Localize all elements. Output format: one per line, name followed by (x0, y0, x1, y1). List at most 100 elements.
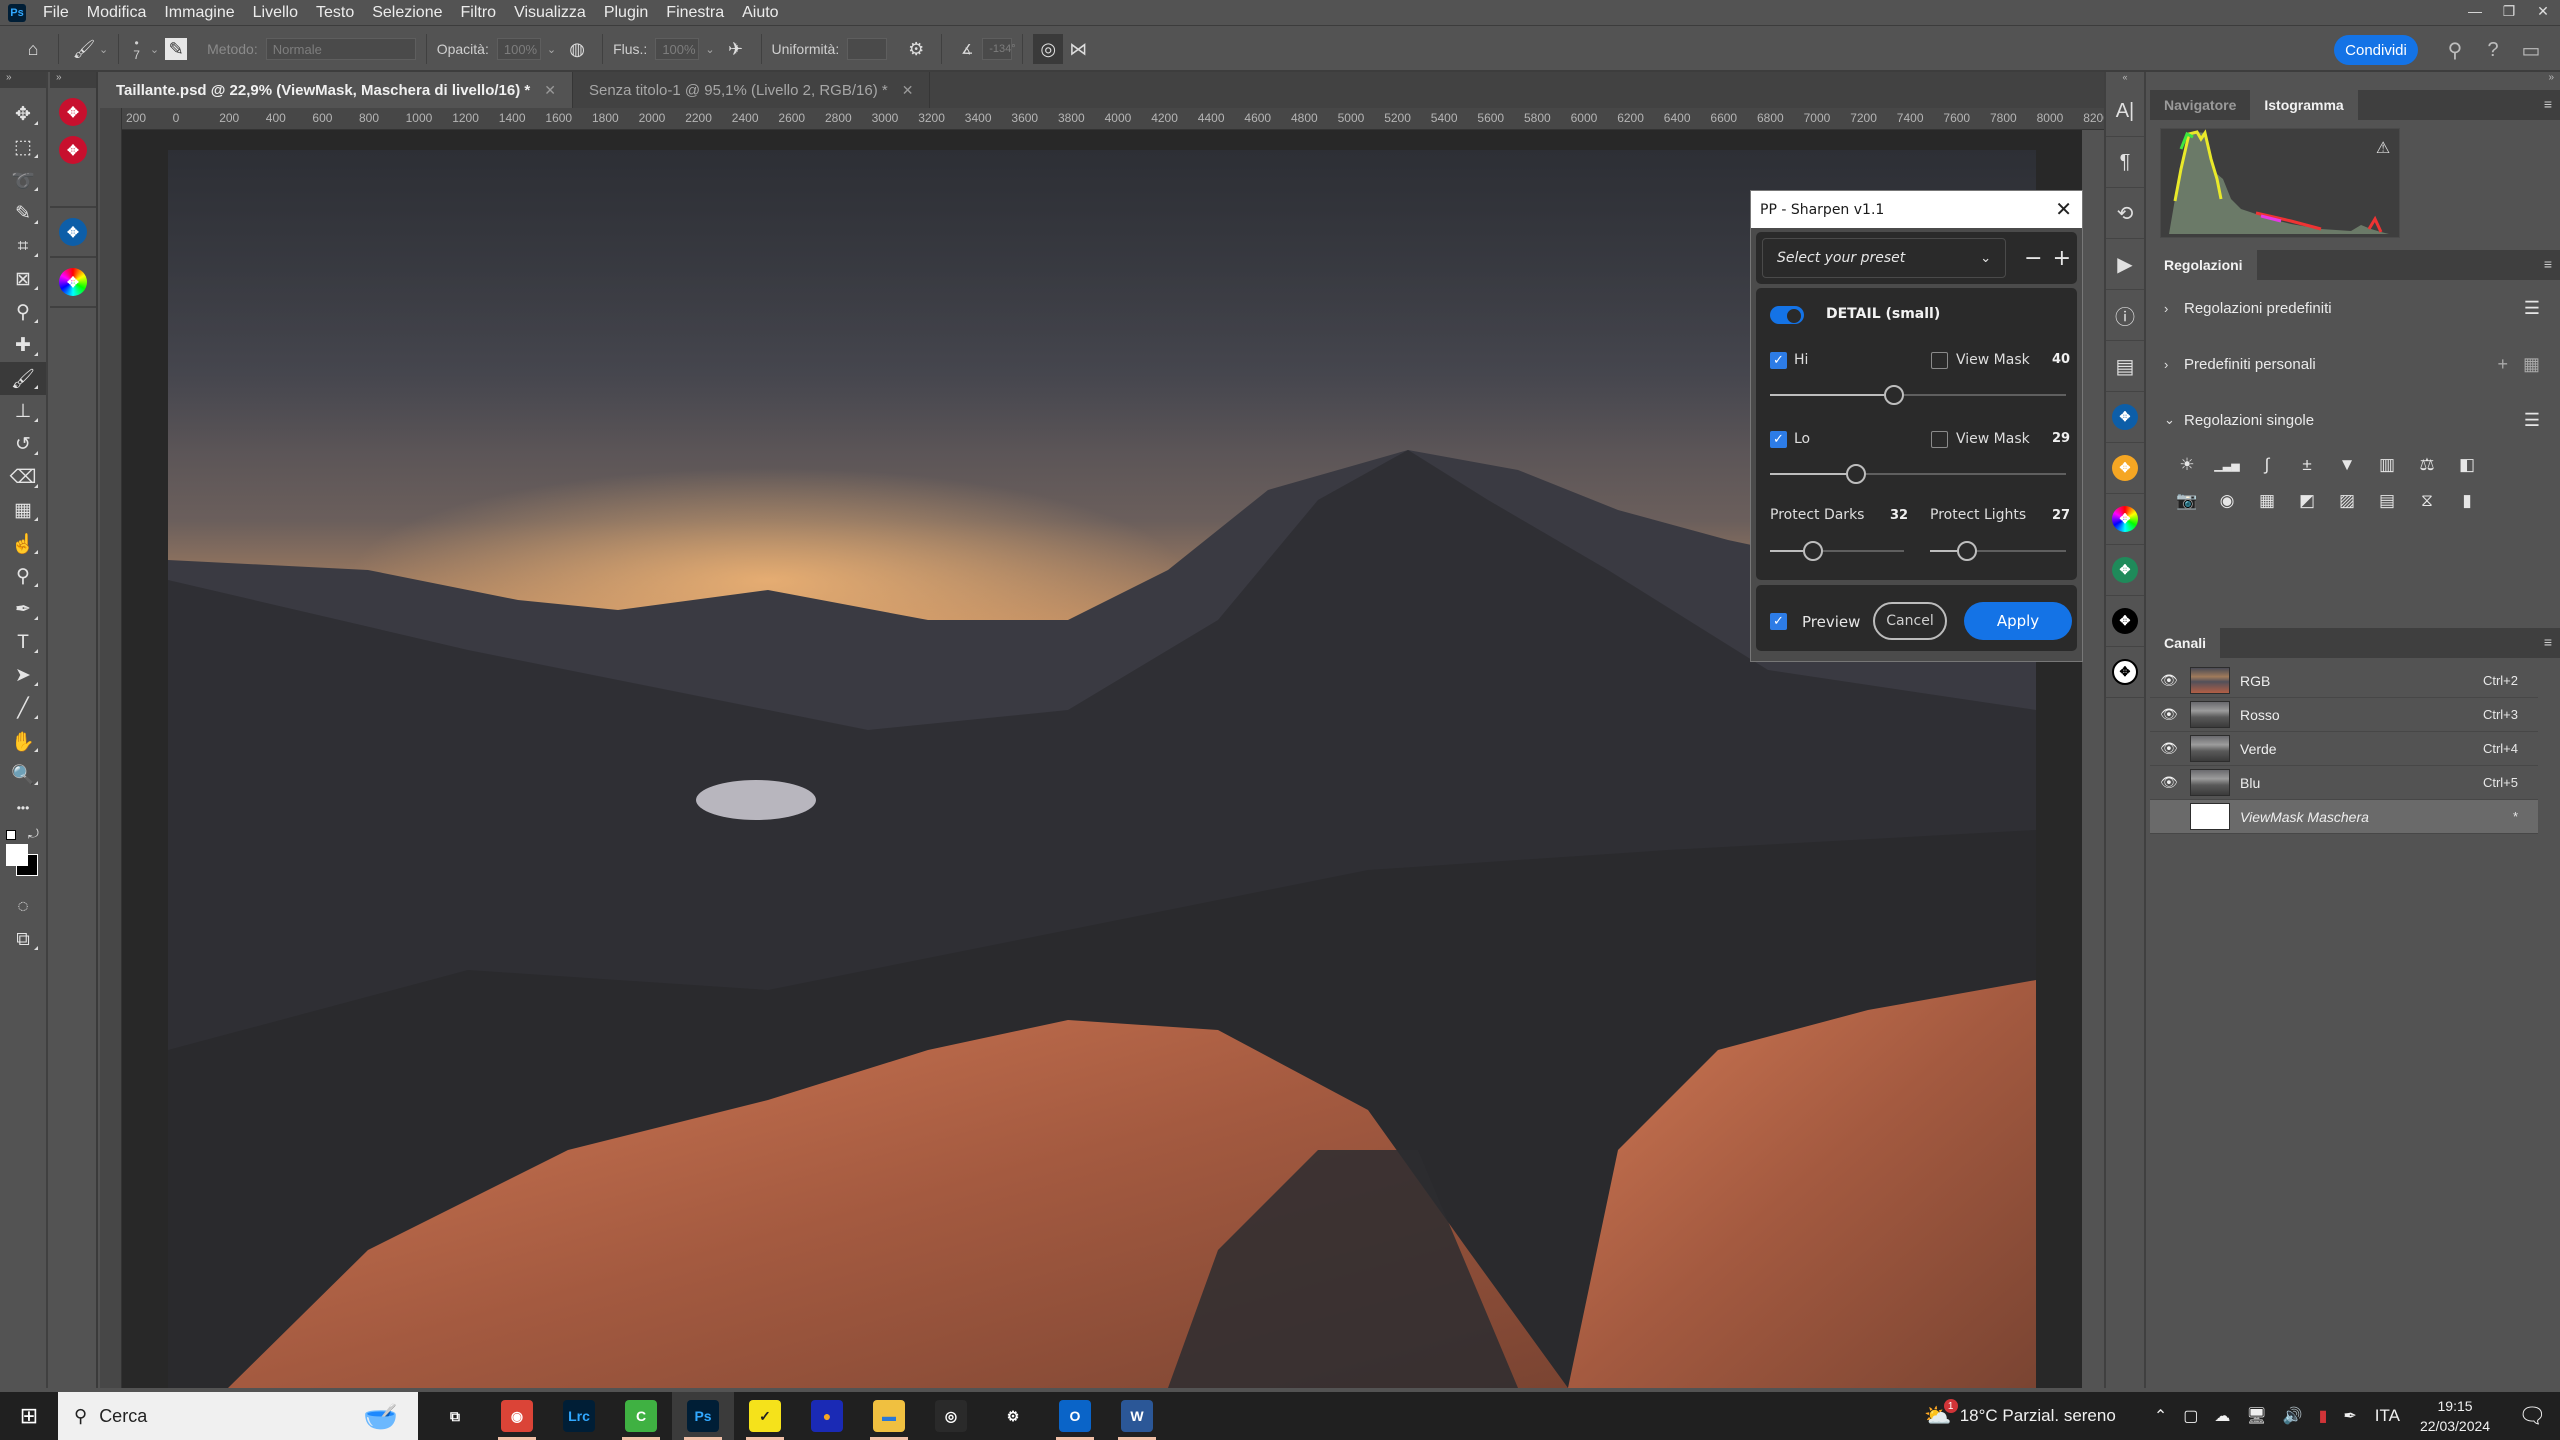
preview-checkbox[interactable]: ✓ (1770, 613, 1787, 630)
menu-plugin[interactable]: Plugin (595, 4, 657, 22)
share-button[interactable]: Condividi (2334, 35, 2418, 65)
swap-colors-icon[interactable]: ⤾ (28, 826, 39, 842)
taskbar-app-lightroom-classic[interactable]: Lrc (548, 1392, 610, 1440)
weather-text[interactable]: 18°C Parzial. sereno (1960, 1406, 2116, 1426)
plugin-blue-icon[interactable]: ✥ (59, 218, 87, 246)
gradient-map-icon[interactable]: ▮ (2454, 490, 2480, 512)
plugin-black-icon[interactable]: ✥ (2106, 596, 2144, 647)
panel-menu-icon[interactable]: ≡ (2544, 256, 2552, 272)
smoothing-gear-icon[interactable]: ⚙ (901, 34, 931, 64)
type-tool-icon[interactable]: T (0, 626, 46, 659)
taskbar-app-word[interactable]: W (1106, 1392, 1168, 1440)
taskbar-search[interactable]: ⚲ Cerca 🥣 (58, 1392, 418, 1440)
add-preset-icon[interactable]: + (2497, 354, 2508, 375)
paragraph-panel-icon[interactable]: ¶ (2106, 137, 2144, 188)
cancel-button[interactable]: Cancel (1873, 602, 1947, 640)
color-balance-icon[interactable]: ⚖ (2414, 454, 2440, 476)
adjustment-group-personal[interactable]: › Predefiniti personali + ▦ (2150, 336, 2560, 392)
screen-mode-icon[interactable]: ⧉ (0, 923, 46, 956)
dodge-tool-icon[interactable]: ⚲ (0, 560, 46, 593)
adjustment-group-presets[interactable]: › Regolazioni predefiniti ☰ (2150, 280, 2560, 336)
character-panel-icon[interactable]: A| (2106, 86, 2144, 137)
vibrance-icon[interactable]: ▼ (2334, 454, 2360, 476)
tray-app-icon[interactable]: ▮ (2319, 1406, 2328, 1426)
frame-tool-icon[interactable]: ⊠ (0, 263, 46, 296)
quick-mask-icon[interactable]: ◌ (0, 890, 46, 923)
libraries-panel-icon[interactable]: ▤ (2106, 341, 2144, 392)
taskbar-app-thermal-app[interactable]: ● (796, 1392, 858, 1440)
tab-canali[interactable]: Canali (2150, 628, 2221, 658)
preset-select[interactable]: Select your preset ⌄ (1762, 238, 2007, 278)
tab-istogramma[interactable]: Istogramma (2250, 90, 2358, 120)
brush-preset-icon[interactable]: 🖌 (69, 34, 99, 64)
doc-tab-untitled[interactable]: Senza titolo-1 @ 95,1% (Livello 2, RGB/1… (573, 72, 931, 108)
help-icon[interactable]: ? (2478, 35, 2508, 65)
warning-icon[interactable]: ⚠ (2376, 140, 2390, 157)
invert-icon[interactable]: ◩ (2294, 490, 2320, 512)
menu-filtro[interactable]: Filtro (452, 4, 506, 22)
taskbar-app-camtasia[interactable]: C (610, 1392, 672, 1440)
taskbar-app-photoshop[interactable]: Ps (672, 1392, 734, 1440)
lo-checkbox[interactable]: ✓ (1770, 431, 1787, 448)
adjustment-group-single[interactable]: ⌄ Regolazioni singole ☰ (2150, 392, 2560, 448)
plugin-red-icon[interactable]: ✥ (59, 136, 87, 164)
marquee-tool-icon[interactable]: ⬚ (0, 131, 46, 164)
collapse-icon[interactable]: » (2150, 72, 2560, 90)
close-tab-icon[interactable]: ✕ (544, 82, 556, 99)
gradient-tool-icon[interactable]: ▦ (0, 494, 46, 527)
crop-tool-icon[interactable]: ⌗ (0, 230, 46, 263)
channel-row[interactable]: 👁 Blu Ctrl+5 (2150, 766, 2538, 800)
visibility-eye-icon[interactable]: 👁 (2160, 774, 2182, 791)
tab-regolazioni[interactable]: Regolazioni (2150, 250, 2257, 280)
method-select[interactable]: Normale (265, 38, 416, 60)
levels-icon[interactable]: ▁▃▅ (2214, 454, 2240, 476)
symmetry-butterfly-icon[interactable]: ⋈ (1063, 34, 1093, 64)
apply-button[interactable]: Apply (1964, 602, 2072, 640)
meet-now-icon[interactable]: ▢ (2183, 1406, 2198, 1426)
clock[interactable]: 19:15 22/03/2024 (2420, 1396, 2490, 1436)
history-brush-tool-icon[interactable]: ↺ (0, 428, 46, 461)
workspace-icon[interactable]: ▭ (2516, 35, 2546, 65)
expand-panels-icon[interactable]: « (2106, 72, 2144, 86)
pen-menu-icon[interactable]: ✒ (2343, 1406, 2356, 1426)
angle-field[interactable]: -134° (982, 38, 1016, 60)
history-panel-icon[interactable]: ⟲ (2106, 188, 2144, 239)
dialog-close-icon[interactable]: ✕ (2055, 197, 2072, 221)
line-tool-icon[interactable]: ╱ (0, 692, 46, 725)
healing-brush-tool-icon[interactable]: ✚ (0, 329, 46, 362)
channel-mixer-icon[interactable]: ◉ (2214, 490, 2240, 512)
taskbar-app-settings[interactable]: ⚙ (982, 1392, 1044, 1440)
more-tools-icon[interactable]: ••• (0, 791, 46, 824)
hi-checkbox[interactable]: ✓ (1770, 352, 1787, 369)
onedrive-icon[interactable]: ☁ (2214, 1406, 2230, 1426)
zoom-tool-icon[interactable]: 🔍 (0, 758, 46, 791)
menu-testo[interactable]: Testo (307, 4, 363, 22)
pressure-size-icon[interactable]: ◎ (1033, 34, 1064, 64)
flow-field[interactable]: 100% (655, 38, 700, 60)
list-view-icon[interactable]: ☰ (2524, 298, 2540, 319)
minimize-button[interactable]: — (2458, 0, 2492, 22)
volume-icon[interactable]: 🔊 (2283, 1406, 2303, 1426)
panel-menu-icon[interactable]: ≡ (2544, 634, 2552, 650)
notifications-icon[interactable]: 🗨 (2518, 1403, 2546, 1429)
doc-tab-taillante[interactable]: Taillante.psd @ 22,9% (ViewMask, Mascher… (100, 72, 573, 108)
preset-add-icon[interactable]: + (2053, 246, 2071, 271)
selective-color-icon[interactable]: ⧖ (2414, 490, 2440, 512)
tab-navigatore[interactable]: Navigatore (2150, 90, 2250, 120)
move-tool-icon[interactable]: ✥ (0, 98, 46, 131)
close-window-button[interactable]: ✕ (2526, 0, 2560, 22)
plugin-orange-icon[interactable]: ✥ (2106, 443, 2144, 494)
brush-size-picker[interactable]: • 7 (133, 37, 140, 61)
plugin-green-icon[interactable]: ✥ (2106, 545, 2144, 596)
brush-settings-panel-icon[interactable]: ✎ (165, 38, 188, 60)
preset-remove-icon[interactable]: − (2024, 246, 2052, 271)
weather-icon[interactable]: ⛅ 1 (1924, 1399, 1958, 1429)
hi-view-mask-checkbox[interactable] (1931, 352, 1948, 369)
list-view-icon[interactable]: ☰ (2524, 410, 2540, 431)
menu-aiuto[interactable]: Aiuto (733, 4, 787, 22)
hue-saturation-icon[interactable]: ▥ (2374, 454, 2400, 476)
quick-selection-tool-icon[interactable]: ✎ (0, 197, 46, 230)
hand-tool-icon[interactable]: ✋ (0, 725, 46, 758)
menu-livello[interactable]: Livello (244, 4, 307, 22)
chevron-down-icon[interactable]: ⌄ (150, 43, 159, 56)
